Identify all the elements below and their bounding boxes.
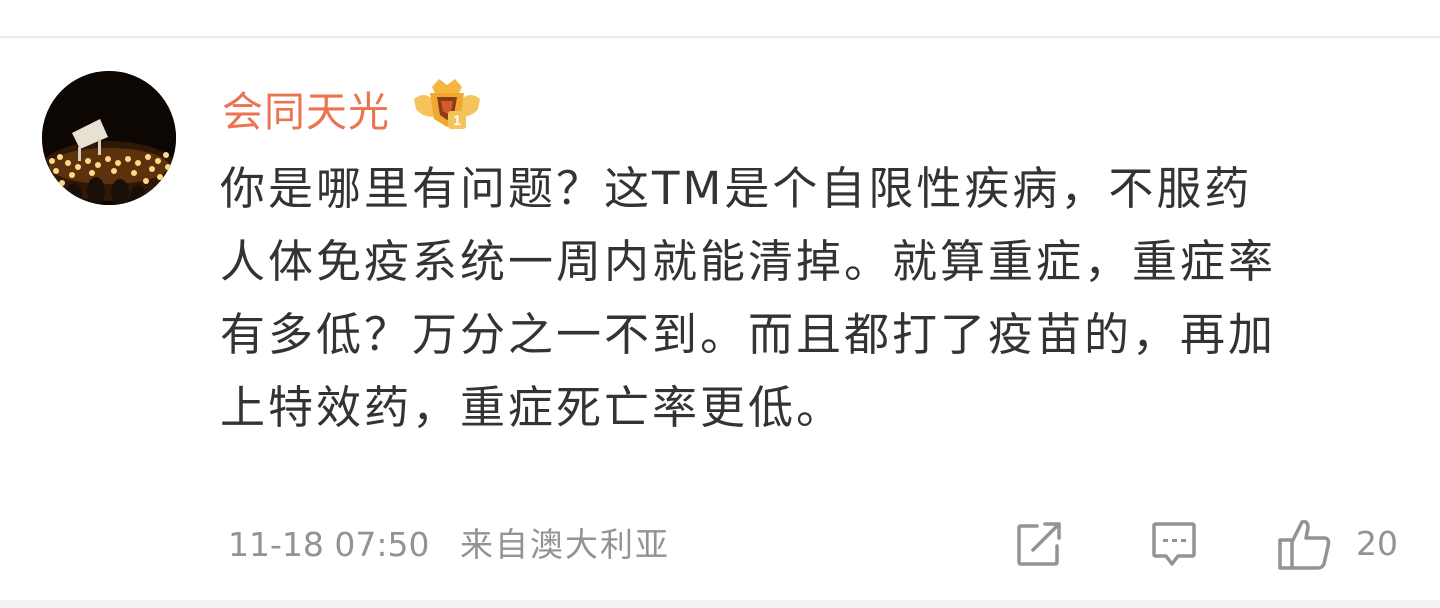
comment-icon <box>1152 522 1196 566</box>
comment-line: 人体免疫系统一周内就能清掉。就算重症，重症率 <box>220 235 1277 288</box>
comment-text: 你是哪里有问题？这TM是个自限性疾病，不服药 人体免疫系统一周内就能清掉。就算重… <box>220 152 1410 444</box>
piano-candles-avatar-image <box>42 71 176 205</box>
timestamp: 11-18 07:50 <box>228 525 430 564</box>
share-button[interactable] <box>1013 514 1065 574</box>
thumbs-up-icon <box>1278 519 1331 570</box>
like-count: 20 <box>1356 524 1398 563</box>
crown-level-badge-icon[interactable]: 1 <box>410 73 484 135</box>
comment-line: 有多低？万分之一不到。而且都打了疫苗的，再加 <box>220 308 1277 361</box>
comment-meta: 11-18 07:50 来自澳大利亚 <box>228 521 670 569</box>
username-link[interactable]: 会同天光 <box>222 86 390 138</box>
comment-button[interactable] <box>1148 514 1200 574</box>
bottom-separator <box>0 600 1440 608</box>
source-location: 来自澳大利亚 <box>459 525 670 564</box>
avatar[interactable] <box>42 71 176 205</box>
share-icon <box>1017 522 1061 566</box>
like-button[interactable]: 20 <box>1276 514 1398 574</box>
comment-line: 你是哪里有问题？这TM是个自限性疾病，不服药 <box>220 162 1253 215</box>
svg-text:1: 1 <box>453 112 461 128</box>
top-divider <box>0 36 1440 38</box>
comment-line: 上特效药，重症死亡率更低。 <box>220 381 845 434</box>
